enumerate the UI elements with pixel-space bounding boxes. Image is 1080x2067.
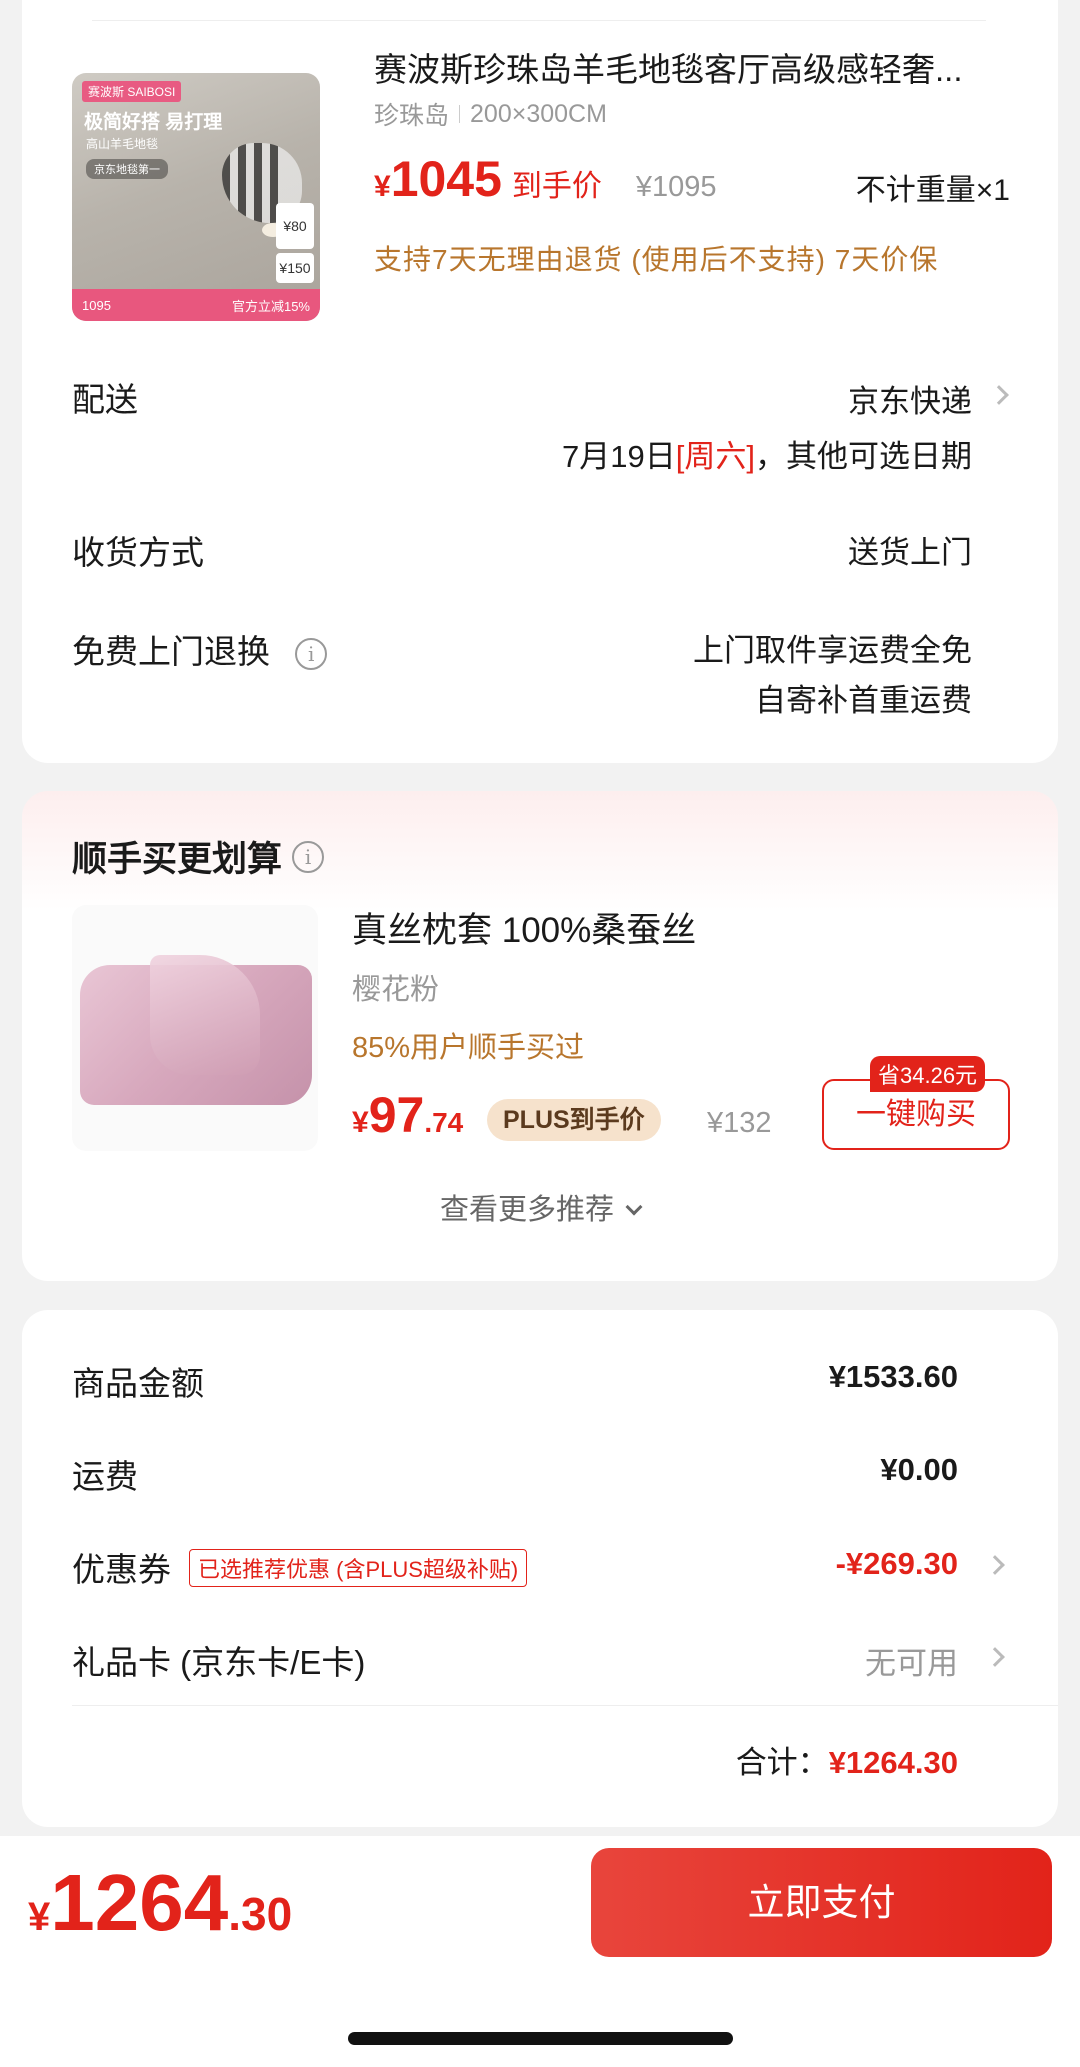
pillow-fold xyxy=(150,955,260,1075)
delivery-date-line[interactable]: 7月19日[周六]，其他可选日期 xyxy=(562,431,972,476)
chevron-down-icon xyxy=(625,1198,643,1216)
product-title[interactable]: 赛波斯珍珠岛羊毛地毯客厅高级感轻奢... xyxy=(374,43,1024,91)
image-band-discount: 官方立减15% xyxy=(231,298,310,314)
pay-amount: ¥ 1264 .30 xyxy=(28,1857,292,1949)
delivery-label: 配送 xyxy=(72,381,138,418)
pay-amount-dec: .30 xyxy=(228,1888,293,1940)
total-row: 合计：¥1264.30 xyxy=(736,1737,958,1782)
image-tag-2: ¥150 xyxy=(276,253,314,283)
total-label: 合计： xyxy=(735,1745,829,1780)
pillowcase-product-image[interactable] xyxy=(72,905,318,1151)
product-price: 1045 xyxy=(390,151,502,207)
chevron-right-icon[interactable] xyxy=(985,1555,1005,1575)
order-summary-card: 商品金额 ¥1533.60 运费 ¥0.00 优惠券 已选推荐优惠 (含PLUS超… xyxy=(22,1310,1058,1827)
suggest-price-dec: .74 xyxy=(424,1107,464,1138)
coupon-label: 优惠券 xyxy=(72,1551,171,1588)
chevron-right-icon[interactable] xyxy=(985,1647,1005,1667)
returns-label: 免费上门退换 xyxy=(72,633,270,670)
shipping-value: ¥0.00 xyxy=(880,1452,958,1487)
info-icon[interactable]: i xyxy=(292,840,325,873)
spec-name: 珍珠岛 xyxy=(374,102,450,130)
section-title: 顺手买更划算 i xyxy=(72,831,325,882)
section-title-text: 顺手买更划算 xyxy=(72,840,283,879)
chevron-right-icon[interactable] xyxy=(989,385,1009,405)
spec-separator xyxy=(459,105,461,123)
gift-card-label: 礼品卡 (京东卡/E卡) xyxy=(72,1644,366,1681)
coupon-row[interactable]: 优惠券 已选推荐优惠 (含PLUS超级补贴) xyxy=(72,1543,528,1591)
suggest-price-int: 97 xyxy=(368,1087,425,1143)
suggest-price: ¥ 97 .74 xyxy=(352,1086,463,1144)
divider xyxy=(72,1705,1058,1706)
currency-symbol: ¥ xyxy=(28,1895,51,1939)
delivery-weekday: [周六] xyxy=(675,439,755,474)
product-card: 赛波斯 SAIBOSI 极简好搭 易打理 高山羊毛地毯 京东地毯第一 ¥80 ¥… xyxy=(22,0,1058,763)
original-price: ¥1095 xyxy=(635,171,717,203)
info-icon[interactable]: i xyxy=(295,638,328,671)
image-slogan: 极简好搭 易打理 xyxy=(84,112,223,133)
pay-now-button[interactable]: 立即支付 xyxy=(591,1848,1052,1957)
returns-line-1: 上门取件享运费全免 xyxy=(693,633,972,668)
coupon-tag: 已选推荐优惠 (含PLUS超级补贴) xyxy=(189,1549,528,1587)
price-label: 到手价 xyxy=(511,170,602,203)
divider xyxy=(92,20,986,21)
image-subtitle: 高山羊毛地毯 xyxy=(86,137,159,151)
product-spec: 珍珠岛 200×300CM xyxy=(374,96,607,132)
see-more-label: 查看更多推荐 xyxy=(439,1194,614,1226)
pay-amount-int: 1264 xyxy=(50,1858,229,1947)
goods-amount-label: 商品金额 xyxy=(72,1365,204,1402)
total-value: ¥1264.30 xyxy=(828,1745,958,1780)
gift-card-value[interactable]: 无可用 xyxy=(865,1638,958,1683)
rug-product-image[interactable]: 赛波斯 SAIBOSI 极简好搭 易打理 高山羊毛地毯 京东地毯第一 ¥80 ¥… xyxy=(72,73,320,321)
returns-line-2: 自寄补首重运费 xyxy=(755,683,972,718)
coupon-value[interactable]: -¥269.30 xyxy=(836,1546,958,1582)
suggest-bought-rate: 85%用户顺手买过 xyxy=(352,1032,585,1064)
add-on-suggestion-card: 顺手买更划算 i 真丝枕套 100%桑蚕丝 樱花粉 85%用户顺手买过 ¥ 97… xyxy=(22,791,1058,1281)
shipping-label: 运费 xyxy=(72,1458,138,1495)
suggest-item-color: 樱花粉 xyxy=(352,974,440,1006)
product-quantity: 不计重量×1 xyxy=(855,174,1010,207)
goods-amount-value: ¥1533.60 xyxy=(828,1359,958,1394)
image-band-price: 1095 xyxy=(82,297,111,313)
plus-price-badge: PLUS到手价 xyxy=(487,1099,661,1141)
suggest-original-price: ¥132 xyxy=(707,1107,772,1139)
returns-row: 免费上门退换 i xyxy=(72,625,328,673)
currency-symbol: ¥ xyxy=(374,170,391,203)
savings-tag: 省34.26元 xyxy=(870,1056,986,1092)
image-tag-1: ¥80 xyxy=(276,203,314,249)
return-support-note: 支持7天无理由退货 (使用后不支持) 7天价保 xyxy=(374,244,939,275)
receive-value[interactable]: 送货上门 xyxy=(848,527,972,572)
home-indicator[interactable] xyxy=(348,2032,733,2045)
see-more-recommendations[interactable]: 查看更多推荐 xyxy=(22,1186,1058,1228)
receive-label: 收货方式 xyxy=(72,534,204,571)
currency-symbol: ¥ xyxy=(352,1106,369,1139)
delivery-date: 7月19日 xyxy=(562,439,676,474)
spec-size: 200×300CM xyxy=(470,99,607,128)
delivery-other-dates: ，其他可选日期 xyxy=(755,439,972,474)
suggest-item-title[interactable]: 真丝枕套 100%桑蚕丝 xyxy=(352,902,696,953)
product-price-row: ¥ 1045 到手价 ¥1095 xyxy=(374,150,717,208)
image-brand: 赛波斯 SAIBOSI xyxy=(82,81,182,102)
delivery-method[interactable]: 京东快递 xyxy=(848,376,972,421)
image-band: 1095 官方立减15% xyxy=(72,289,320,321)
image-rank: 京东地毯第一 xyxy=(86,159,168,179)
